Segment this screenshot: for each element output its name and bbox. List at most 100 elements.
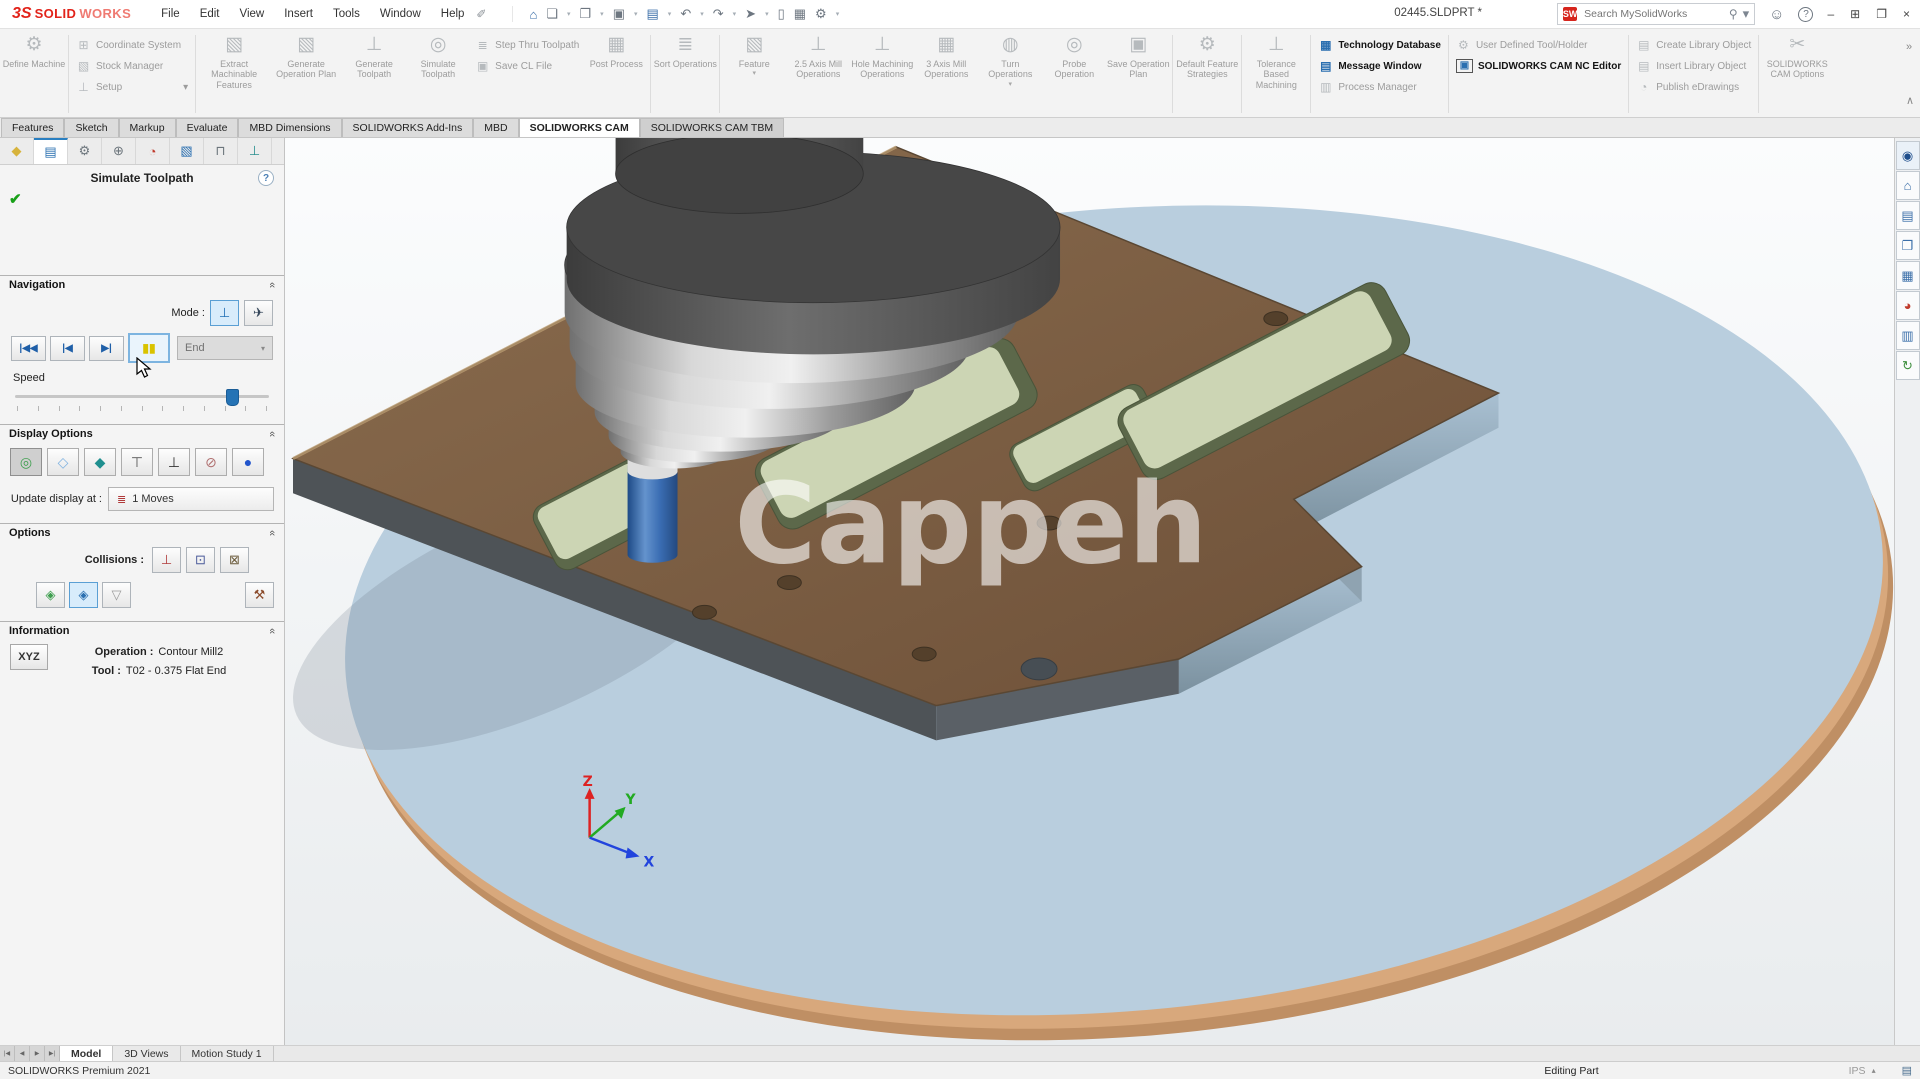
open-icon[interactable]: ❐: [580, 6, 592, 22]
taskpane-view-palette-button[interactable]: ▦: [1896, 261, 1920, 290]
print-caret-icon[interactable]: ▾: [668, 10, 672, 18]
default-feature-strategies-button[interactable]: ⚙ Default Feature Strategies: [1175, 31, 1239, 117]
go-to-start-button[interactable]: |◀◀: [11, 336, 46, 361]
25-axis-mill-operations-button[interactable]: ⊥ 2.5 Axis Mill Operations: [786, 31, 850, 117]
options-gear-icon[interactable]: ⚙: [815, 6, 827, 22]
step-forward-button[interactable]: ▶|: [89, 336, 124, 361]
new-document-icon[interactable]: ❏: [546, 6, 558, 22]
panel-tab-machine[interactable]: ⚙: [68, 138, 102, 164]
speed-slider-thumb[interactable]: [226, 389, 239, 406]
tolerance-based-machining-button[interactable]: ⊥ Tolerance Based Machining: [1244, 31, 1308, 117]
user-defined-tool-holder-button[interactable]: ⚙User Defined Tool/Holder: [1456, 38, 1621, 52]
define-machine-button[interactable]: ⚙ Define Machine: [2, 31, 66, 117]
option-show-difference-button[interactable]: ◈: [69, 582, 98, 608]
new-caret-icon[interactable]: ▾: [567, 10, 571, 18]
menu-view[interactable]: View: [240, 8, 265, 20]
units-selector[interactable]: IPS: [1849, 1065, 1866, 1077]
mode-turbo-button[interactable]: ✈: [244, 300, 273, 326]
home-icon[interactable]: ⌂: [529, 7, 537, 22]
collision-tool-button[interactable]: ⊥: [152, 547, 181, 573]
pin-menu-icon[interactable]: ✐: [476, 7, 486, 21]
search-caret-icon[interactable]: ▾: [1743, 6, 1750, 22]
scroll-prev-icon[interactable]: ◀: [15, 1046, 30, 1061]
appearance-icon[interactable]: ▯: [778, 6, 785, 22]
account-icon[interactable]: ☺: [1769, 6, 1784, 23]
taskpane-custom-properties-button[interactable]: ▥: [1896, 321, 1920, 350]
generate-toolpath-button[interactable]: ⊥ Generate Toolpath: [342, 31, 406, 117]
scroll-next-icon[interactable]: ▶: [30, 1046, 45, 1061]
undo-caret-icon[interactable]: ▾: [700, 10, 704, 18]
display-sphere-button[interactable]: ●: [232, 448, 264, 476]
ok-button[interactable]: ✔: [0, 187, 284, 211]
display-collapse-icon[interactable]: «: [266, 431, 278, 437]
probe-operation-button[interactable]: ◎ Probe Operation: [1042, 31, 1106, 117]
publish-edrawings-button[interactable]: ◔Publish eDrawings: [1636, 80, 1751, 94]
position-dropdown[interactable]: End ▾: [177, 336, 273, 360]
stock-manager-button[interactable]: ▧Stock Manager: [76, 59, 188, 73]
display-tool-button[interactable]: ⊤: [121, 448, 153, 476]
turn-caret-icon[interactable]: ▾: [1009, 81, 1013, 89]
ribbon-collapse-icon[interactable]: ∧: [1906, 94, 1914, 107]
help-icon[interactable]: ?: [1798, 7, 1813, 22]
save-cl-file-button[interactable]: ▣Save CL File: [475, 59, 579, 73]
display-hide-button[interactable]: ⊘: [195, 448, 227, 476]
panel-tab-appearances[interactable]: ◔: [136, 138, 170, 164]
search-icon[interactable]: ⚲: [1729, 7, 1738, 21]
tab-model[interactable]: Model: [60, 1046, 113, 1061]
generate-operation-plan-button[interactable]: ▧ Generate Operation Plan: [270, 31, 342, 117]
collision-stop-button[interactable]: ⊠: [220, 547, 249, 573]
open-caret-icon[interactable]: ▾: [600, 10, 604, 18]
menu-window[interactable]: Window: [380, 8, 421, 20]
panel-tab-configurations[interactable]: ▧: [170, 138, 204, 164]
tab-motion-study[interactable]: Motion Study 1: [181, 1046, 274, 1061]
panel-tab-property-manager[interactable]: ▤: [34, 138, 68, 164]
taskpane-resources-button[interactable]: ⌂: [1896, 171, 1920, 200]
xyz-coordinates-button[interactable]: XYZ: [10, 644, 48, 670]
3-axis-mill-operations-button[interactable]: ▦ 3 Axis Mill Operations: [914, 31, 978, 117]
insert-library-object-button[interactable]: ▤Insert Library Object: [1636, 59, 1751, 73]
undo-icon[interactable]: ↶: [680, 6, 691, 22]
display-pane-icon[interactable]: ▦: [794, 6, 806, 22]
layout-button[interactable]: ⊞: [1850, 7, 1860, 21]
menu-tools[interactable]: Tools: [333, 8, 360, 20]
close-button[interactable]: ×: [1903, 7, 1910, 21]
collision-holder-button[interactable]: ⊡: [186, 547, 215, 573]
turn-operations-button[interactable]: ◍ Turn Operations ▾: [978, 31, 1042, 117]
tab-solidworks-cam[interactable]: SOLIDWORKS CAM: [519, 118, 640, 137]
save-icon[interactable]: ▣: [613, 6, 625, 22]
cam-options-button[interactable]: ✂ SOLIDWORKS CAM Options: [1761, 31, 1833, 117]
menu-edit[interactable]: Edit: [200, 8, 220, 20]
option-save-stock-button[interactable]: ▽: [102, 582, 131, 608]
display-holder-button[interactable]: ⊥: [158, 448, 190, 476]
restore-button[interactable]: ❐: [1876, 7, 1887, 21]
tab-mbd-dimensions[interactable]: MBD Dimensions: [238, 118, 341, 137]
options-collapse-icon[interactable]: «: [266, 530, 278, 536]
feature-button[interactable]: ▧ Feature ▾: [722, 31, 786, 117]
sort-operations-button[interactable]: ≣ Sort Operations: [653, 31, 717, 117]
search-input[interactable]: [1582, 7, 1724, 21]
select-caret-icon[interactable]: ▾: [765, 10, 769, 18]
scroll-last-icon[interactable]: ▶|: [45, 1046, 60, 1061]
create-library-object-button[interactable]: ▤Create Library Object: [1636, 38, 1751, 52]
scroll-first-icon[interactable]: |◀: [0, 1046, 15, 1061]
speed-slider[interactable]: [15, 388, 269, 404]
message-window-button[interactable]: ▤Message Window: [1318, 59, 1441, 73]
status-tag-icon[interactable]: ▤: [1902, 1064, 1912, 1077]
viewport-canvas[interactable]: Z Y X Cappeh: [285, 138, 1894, 1045]
redo-icon[interactable]: ↷: [713, 6, 724, 22]
tab-evaluate[interactable]: Evaluate: [176, 118, 239, 137]
hole-machining-operations-button[interactable]: ⊥ Hole Machining Operations: [850, 31, 914, 117]
print-icon[interactable]: ▤: [647, 6, 659, 22]
coordinate-system-button[interactable]: ⊞Coordinate System: [76, 38, 188, 52]
update-moves-field[interactable]: ≣ 1 Moves: [108, 487, 274, 511]
search-box[interactable]: SW ⚲ ▾: [1557, 3, 1755, 25]
save-operation-plan-button[interactable]: ▣ Save Operation Plan: [1106, 31, 1170, 117]
setup-caret-icon[interactable]: ▾: [183, 82, 188, 93]
panel-tab-tool[interactable]: ⊥: [238, 138, 272, 164]
navigation-collapse-icon[interactable]: «: [266, 282, 278, 288]
tab-markup[interactable]: Markup: [119, 118, 176, 137]
technology-database-button[interactable]: ▦Technology Database: [1318, 38, 1441, 52]
taskpane-appearances-button[interactable]: ◕: [1896, 291, 1920, 320]
nc-editor-button[interactable]: ▣SOLIDWORKS CAM NC Editor: [1456, 59, 1621, 73]
display-cut-stock-button[interactable]: ◆: [84, 448, 116, 476]
